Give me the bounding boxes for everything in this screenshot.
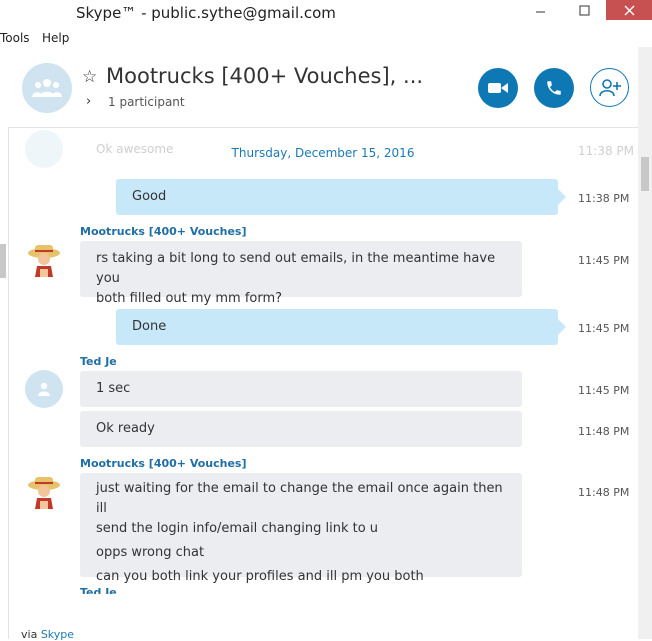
incoming-message-bubble[interactable]: Ok ready [80,411,522,447]
cartoon-avatar-icon [28,477,60,509]
message-timestamp: 11:45 PM [578,254,630,267]
person-icon [38,382,50,396]
maximize-button[interactable] [562,0,606,20]
message-text: 1 sec [96,381,131,396]
participant-count[interactable]: 1 participant [108,95,185,109]
title-bar: Skype™ - public.sythe@gmail.com [0,0,652,28]
message-text: Good [132,189,167,204]
close-icon [624,5,634,15]
date-separator: Thursday, December 15, 2016 [231,146,415,160]
phone-icon [547,81,561,95]
message-text: Done [132,319,167,334]
incoming-message-bubble[interactable]: rs taking a bit long to send out emails,… [80,241,522,306]
group-avatar[interactable] [22,63,72,113]
sender-name[interactable]: Mootrucks [400+ Vouches] [80,225,247,238]
scrollbar[interactable] [638,47,652,639]
cartoon-avatar-icon [28,245,60,277]
message-timestamp: 11:48 PM [578,425,630,438]
menu-item-help[interactable]: Help [42,31,69,45]
group-icon [32,79,62,97]
incoming-message-bubble[interactable]: just waiting for the email to change the… [80,473,522,584]
window-title: Skype™ - public.sythe@gmail.com [76,4,336,22]
message-timestamp: 11:45 PM [578,384,630,397]
menu-item-tools[interactable]: Tools [0,31,30,45]
conversation-title[interactable]: Mootrucks [400+ Vouches], ... [106,64,423,88]
message-line: can you both link your profiles and ill … [96,569,424,584]
avatar[interactable] [25,370,63,408]
audio-call-button[interactable] [534,68,574,108]
message-timestamp: 11:48 PM [578,486,630,499]
minimize-button[interactable] [518,0,562,20]
footer-prefix: via [21,628,38,641]
close-button[interactable] [606,0,652,20]
message-line: rs taking a bit long to send out emails,… [96,251,496,286]
message-timestamp: 11:38 PM [578,192,630,205]
message-line: both filled out my mm form? [96,291,283,306]
avatar[interactable] [25,471,63,509]
sender-name[interactable]: Ted Je [80,355,117,368]
menu-bar: Tools Help [0,29,652,47]
footer: via Skype [21,628,74,641]
message-list[interactable]: Ok awesome 11:38 PM Thursday, December 1… [8,128,638,594]
sender-name[interactable]: Ted Je [80,586,117,594]
video-camera-icon [488,83,508,93]
message-line: send the login info/email changing link … [96,521,379,536]
conversation-header: ☆ Mootrucks [400+ Vouches], ... › 1 part… [8,47,638,128]
video-call-button[interactable] [478,68,518,108]
message-timestamp: 11:45 PM [578,322,630,335]
incoming-message-bubble[interactable]: 1 sec [80,371,522,407]
message-line: opps wrong chat [96,545,205,560]
favorite-star-icon[interactable]: ☆ [82,67,97,87]
outgoing-message-bubble[interactable]: Done [116,309,566,345]
message-text: Ok ready [96,421,155,436]
sender-name[interactable]: Mootrucks [400+ Vouches] [80,457,247,470]
add-participant-button[interactable] [590,68,629,107]
left-edge-handle [0,244,6,278]
skype-link[interactable]: Skype [41,628,74,641]
message-line: just waiting for the email to change the… [96,481,503,516]
avatar[interactable] [25,239,63,277]
chevron-right-icon[interactable]: › [86,94,91,109]
outgoing-message-bubble[interactable]: Good [116,179,566,215]
scrollbar-thumb[interactable] [641,157,649,191]
add-person-icon [598,78,621,96]
